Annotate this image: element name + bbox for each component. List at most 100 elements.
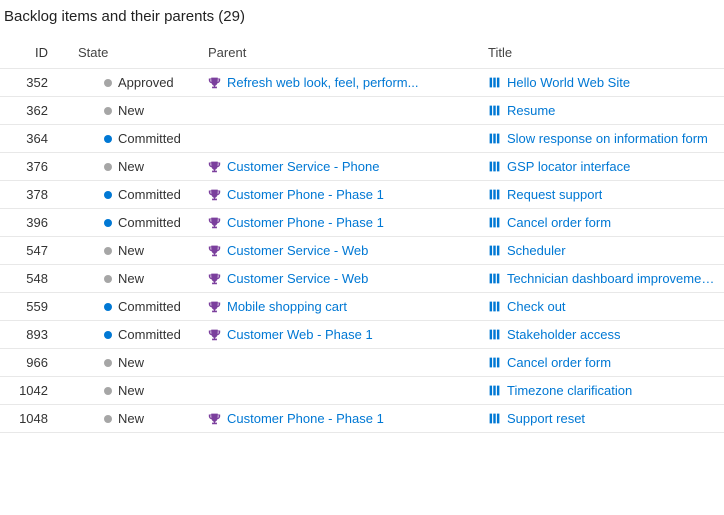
col-header-state[interactable]: State [72, 39, 202, 69]
cell-parent: Customer Service - Web [202, 265, 482, 293]
table-row[interactable]: 966 New Cancel order form [0, 349, 724, 377]
parent-link[interactable]: Refresh web look, feel, perform... [227, 75, 418, 90]
cell-id: 966 [0, 349, 72, 377]
cell-state: New [72, 377, 202, 405]
cell-parent [202, 125, 482, 153]
table-row[interactable]: 396 Committed Customer Phone - Phase 1 Canc… [0, 209, 724, 237]
title-link[interactable]: Stakeholder access [507, 327, 620, 342]
cell-state: Committed [72, 181, 202, 209]
cell-id: 376 [0, 153, 72, 181]
state-label: New [118, 271, 144, 286]
cell-id: 1042 [0, 377, 72, 405]
state-label: New [118, 355, 144, 370]
state-label: Committed [118, 327, 181, 342]
cell-parent: Mobile shopping cart [202, 293, 482, 321]
title-link[interactable]: Technician dashboard improvements [507, 271, 718, 286]
table-row[interactable]: 1048NewCustomer Phone - Phase 1Support r… [0, 405, 724, 433]
backlog-item-icon [488, 76, 501, 89]
cell-id: 362 [0, 97, 72, 125]
parent-link[interactable]: Customer Phone - Phase 1 [227, 187, 384, 202]
table-row[interactable]: 362 New Resume [0, 97, 724, 125]
table-row[interactable]: 364 Committed Slow response on information… [0, 125, 724, 153]
backlog-item-icon [488, 104, 501, 117]
backlog-table: ID State Parent Title 352ApprovedRefresh… [0, 39, 724, 433]
title-link[interactable]: Hello World Web Site [507, 75, 630, 90]
trophy-icon [208, 300, 221, 313]
trophy-icon [208, 328, 221, 341]
cell-title: Cancel order form [482, 209, 724, 237]
table-row[interactable]: 547NewCustomer Service - WebScheduler [0, 237, 724, 265]
table-row[interactable]: 352ApprovedRefresh web look, feel, perfo… [0, 69, 724, 97]
table-row[interactable]: 893 Committed Customer Web - Phase 1 Stakeh… [0, 321, 724, 349]
backlog-item-icon [488, 384, 501, 397]
title-link[interactable]: Timezone clarification [507, 383, 632, 398]
state-label: New [118, 159, 144, 174]
backlog-item-icon [488, 160, 501, 173]
title-link[interactable]: GSP locator interface [507, 159, 630, 174]
title-link[interactable]: Request support [507, 187, 602, 202]
parent-link[interactable]: Customer Phone - Phase 1 [227, 411, 384, 426]
table-row[interactable]: 559CommittedMobile shopping cartCheck ou… [0, 293, 724, 321]
trophy-icon [208, 412, 221, 425]
cell-id: 547 [0, 237, 72, 265]
cell-state: Committed [72, 293, 202, 321]
parent-link[interactable]: Customer Service - Web [227, 271, 368, 286]
cell-title: Request support [482, 181, 724, 209]
state-label: Committed [118, 187, 181, 202]
state-label: Committed [118, 131, 181, 146]
table-row[interactable]: 548NewCustomer Service - WebTechnician d… [0, 265, 724, 293]
title-link[interactable]: Slow response on information form [507, 131, 708, 146]
cell-title: GSP locator interface [482, 153, 724, 181]
state-bullet-icon [104, 303, 112, 311]
parent-link[interactable]: Customer Service - Web [227, 243, 368, 258]
title-link[interactable]: Resume [507, 103, 555, 118]
backlog-item-icon [488, 188, 501, 201]
title-link[interactable]: Check out [507, 299, 566, 314]
state-label: Approved [118, 75, 174, 90]
parent-link[interactable]: Customer Service - Phone [227, 159, 379, 174]
cell-id: 364 [0, 125, 72, 153]
parent-link[interactable]: Customer Web - Phase 1 [227, 327, 373, 342]
cell-state: New [72, 265, 202, 293]
cell-id: 396 [0, 209, 72, 237]
state-bullet-icon [104, 275, 112, 283]
col-header-parent[interactable]: Parent [202, 39, 482, 69]
cell-state: New [72, 153, 202, 181]
title-link[interactable]: Cancel order form [507, 355, 611, 370]
state-label: New [118, 103, 144, 118]
cell-title: Cancel order form [482, 349, 724, 377]
table-row[interactable]: 1042 New Timezone clarification [0, 377, 724, 405]
cell-parent: Customer Phone - Phase 1 [202, 405, 482, 433]
cell-title: Support reset [482, 405, 724, 433]
cell-title: Timezone clarification [482, 377, 724, 405]
col-header-id[interactable]: ID [0, 39, 72, 69]
cell-state: Approved [72, 69, 202, 97]
state-bullet-icon [104, 387, 112, 395]
state-bullet-icon [104, 107, 112, 115]
grid-heading: Backlog items and their parents (29) [0, 0, 724, 39]
trophy-icon [208, 216, 221, 229]
backlog-item-icon [488, 132, 501, 145]
parent-link[interactable]: Mobile shopping cart [227, 299, 347, 314]
state-bullet-icon [104, 135, 112, 143]
title-link[interactable]: Support reset [507, 411, 585, 426]
table-row[interactable]: 376 New Customer Service - Phone GSP locato… [0, 153, 724, 181]
title-link[interactable]: Cancel order form [507, 215, 611, 230]
trophy-icon [208, 76, 221, 89]
cell-title: Resume [482, 97, 724, 125]
cell-state: Committed [72, 125, 202, 153]
cell-id: 893 [0, 321, 72, 349]
cell-title: Stakeholder access [482, 321, 724, 349]
state-label: Committed [118, 215, 181, 230]
table-row[interactable]: 378CommittedCustomer Phone - Phase 1Requ… [0, 181, 724, 209]
cell-parent [202, 349, 482, 377]
title-link[interactable]: Scheduler [507, 243, 566, 258]
col-header-title[interactable]: Title [482, 39, 724, 69]
state-label: New [118, 383, 144, 398]
backlog-item-icon [488, 244, 501, 257]
parent-link[interactable]: Customer Phone - Phase 1 [227, 215, 384, 230]
cell-parent: Customer Web - Phase 1 [202, 321, 482, 349]
cell-title: Hello World Web Site [482, 69, 724, 97]
cell-parent: Customer Phone - Phase 1 [202, 181, 482, 209]
cell-title: Technician dashboard improvements [482, 265, 724, 293]
